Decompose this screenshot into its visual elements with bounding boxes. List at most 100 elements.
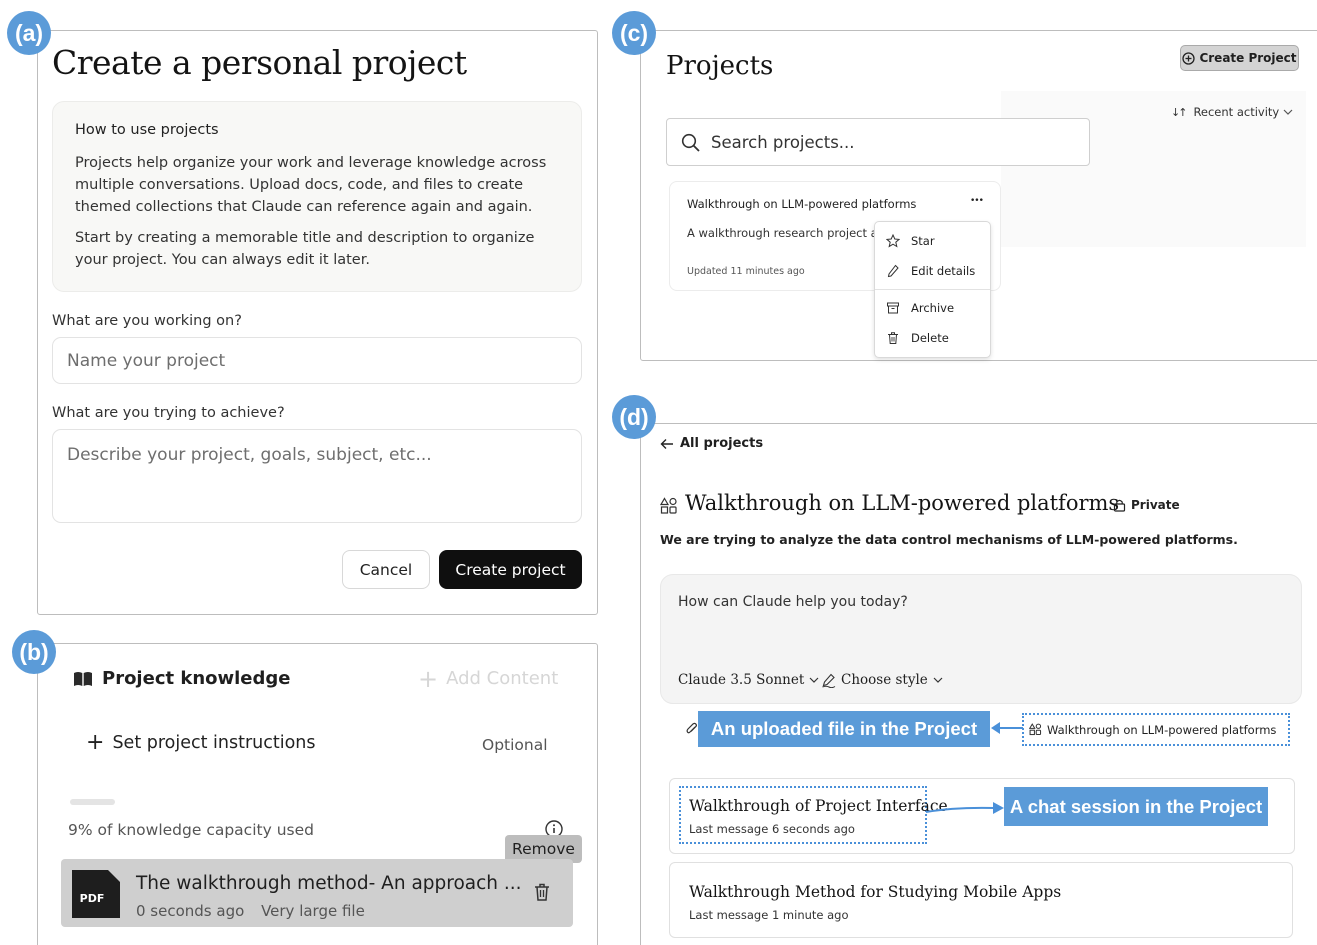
instructions-label: Set project instructions: [112, 733, 316, 753]
add-content-label: Add Content: [446, 668, 559, 689]
set-instructions-button[interactable]: + Set project instructions: [86, 730, 316, 755]
menu-item-label: Star: [911, 234, 935, 248]
back-label: All projects: [680, 436, 764, 451]
chevron-down-icon: [809, 676, 819, 684]
trash-icon[interactable]: [531, 881, 553, 903]
menu-item-edit-details[interactable]: Edit details: [875, 264, 990, 278]
paperclip-icon: [686, 722, 698, 736]
menu-item-delete[interactable]: Delete: [875, 331, 990, 345]
chat-input-placeholder: How can Claude help you today?: [678, 594, 908, 610]
add-content-button[interactable]: + Add Content: [418, 664, 559, 693]
project-detail-panel: All projects Walkthrough on LLM-powered …: [640, 423, 1317, 945]
create-project-button[interactable]: Create Project: [1180, 45, 1299, 71]
description-label: What are you trying to achieve?: [52, 405, 285, 421]
optional-label: Optional: [482, 736, 548, 754]
name-label: What are you working on?: [52, 313, 242, 329]
projects-list-panel: Projects Create Project ↓↑ Recent activi…: [640, 30, 1317, 361]
file-name: The walkthrough method- An approach ...: [136, 873, 522, 894]
search-projects-input[interactable]: Search projects...: [666, 118, 1090, 166]
pen-style-icon: [821, 673, 836, 688]
project-description-input[interactable]: Describe your project, goals, subject, e…: [52, 429, 582, 523]
annotation-arrow-right: [925, 800, 1005, 820]
menu-item-label: Archive: [911, 301, 955, 315]
plus-icon: +: [418, 664, 439, 693]
sort-label: Recent activity: [1193, 105, 1280, 119]
chat-session-annotation: A chat session in the Project: [1004, 787, 1268, 826]
model-selector[interactable]: Claude 3.5 Sonnet: [678, 672, 819, 688]
private-label: Private: [1131, 498, 1180, 512]
file-row[interactable]: PDF The walkthrough method- An approach …: [61, 859, 573, 927]
arrow-left-icon: [660, 438, 674, 450]
project-name-input[interactable]: Name your project: [52, 337, 582, 384]
chat-input[interactable]: How can Claude help you today? Claude 3.…: [660, 574, 1302, 704]
info-line: your project. You can always edit it lat…: [75, 252, 370, 268]
info-line: multiple conversations. Upload docs, cod…: [75, 177, 524, 193]
menu-item-label: Edit details: [911, 264, 976, 278]
info-paragraph-2: Start by creating a memorable title and …: [75, 227, 534, 271]
info-line: themed collections that Claude can refer…: [75, 199, 533, 215]
badge-a: (a): [7, 11, 51, 55]
menu-item-archive[interactable]: Archive: [875, 301, 990, 315]
project-card-title: Walkthrough on LLM-powered platforms: [687, 197, 917, 211]
create-project-button[interactable]: Create project: [439, 550, 582, 589]
badge-b: (b): [12, 630, 56, 674]
trash-icon: [875, 331, 911, 345]
model-label: Claude 3.5 Sonnet: [678, 672, 805, 688]
info-heading: How to use projects: [75, 122, 219, 138]
book-icon: [73, 671, 93, 687]
chevron-down-icon: [933, 676, 943, 684]
project-card-updated: Updated 11 minutes ago: [687, 266, 805, 277]
chat-session-item[interactable]: Walkthrough Method for Studying Mobile A…: [669, 862, 1293, 938]
page-title: Create a personal project: [52, 43, 467, 82]
sort-dropdown[interactable]: ↓↑ Recent activity: [1171, 105, 1293, 119]
capacity-text: 9% of knowledge capacity used: [68, 821, 314, 839]
search-icon: [681, 133, 701, 153]
uploaded-file-annotation: An uploaded file in the Project: [698, 711, 990, 747]
file-meta: 0 seconds ago Very large file: [136, 902, 365, 920]
capacity-bar: [70, 799, 115, 805]
create-project-label: Create Project: [1199, 51, 1297, 65]
sort-icon: ↓↑: [1171, 105, 1188, 119]
style-selector[interactable]: Choose style: [821, 672, 943, 688]
project-card-description: A walkthrough research project ab: [687, 226, 885, 240]
project-shapes-icon: [660, 497, 678, 515]
badge-d: (d): [612, 395, 656, 439]
annotation-arrow-left: [990, 720, 1024, 736]
project-file-chip[interactable]: Walkthrough on LLM-powered platforms: [1022, 713, 1290, 746]
chevron-down-icon: [1283, 108, 1293, 116]
style-label: Choose style: [841, 672, 928, 688]
archive-icon: [875, 301, 911, 315]
page-title: Projects: [666, 51, 774, 81]
create-project-panel: Create a personal project How to use pro…: [37, 30, 598, 615]
project-description-placeholder: Describe your project, goals, subject, e…: [67, 445, 432, 465]
info-box: How to use projects Projects help organi…: [52, 101, 582, 292]
project-context-menu: Star Edit details Archive Delete: [874, 221, 991, 358]
chat-meta: Last message 6 seconds ago: [689, 822, 855, 836]
private-badge: Private: [1113, 498, 1180, 512]
project-card-more-button[interactable]: •••: [970, 196, 984, 206]
knowledge-title: Project knowledge: [102, 668, 291, 689]
project-shapes-icon: [1029, 723, 1042, 736]
star-icon: [875, 234, 911, 248]
back-to-all-projects[interactable]: All projects: [660, 436, 763, 451]
chat-meta: Last message 1 minute ago: [689, 908, 849, 922]
file-time: 0 seconds ago: [136, 902, 245, 920]
pdf-label: PDF: [80, 892, 105, 905]
search-placeholder: Search projects...: [711, 133, 855, 152]
cancel-button[interactable]: Cancel: [342, 550, 430, 589]
plus-circle-icon: [1182, 51, 1196, 65]
chat-title: Walkthrough Method for Studying Mobile A…: [689, 883, 1062, 901]
plus-icon: +: [86, 730, 105, 755]
pencil-icon: [875, 264, 911, 278]
badge-c: (c): [612, 11, 656, 55]
menu-divider: [875, 289, 990, 290]
project-name-placeholder: Name your project: [67, 351, 226, 371]
info-line: Projects help organize your work and lev…: [75, 155, 547, 171]
lock-icon: [1113, 498, 1126, 512]
project-knowledge-panel: Project knowledge + Add Content + Set pr…: [37, 643, 598, 945]
project-description: We are trying to analyze the data contro…: [660, 532, 1238, 547]
info-paragraph-1: Projects help organize your work and lev…: [75, 152, 546, 218]
menu-item-star[interactable]: Star: [875, 234, 990, 248]
info-line: Start by creating a memorable title and …: [75, 230, 535, 246]
pdf-file-icon: PDF: [68, 866, 124, 922]
